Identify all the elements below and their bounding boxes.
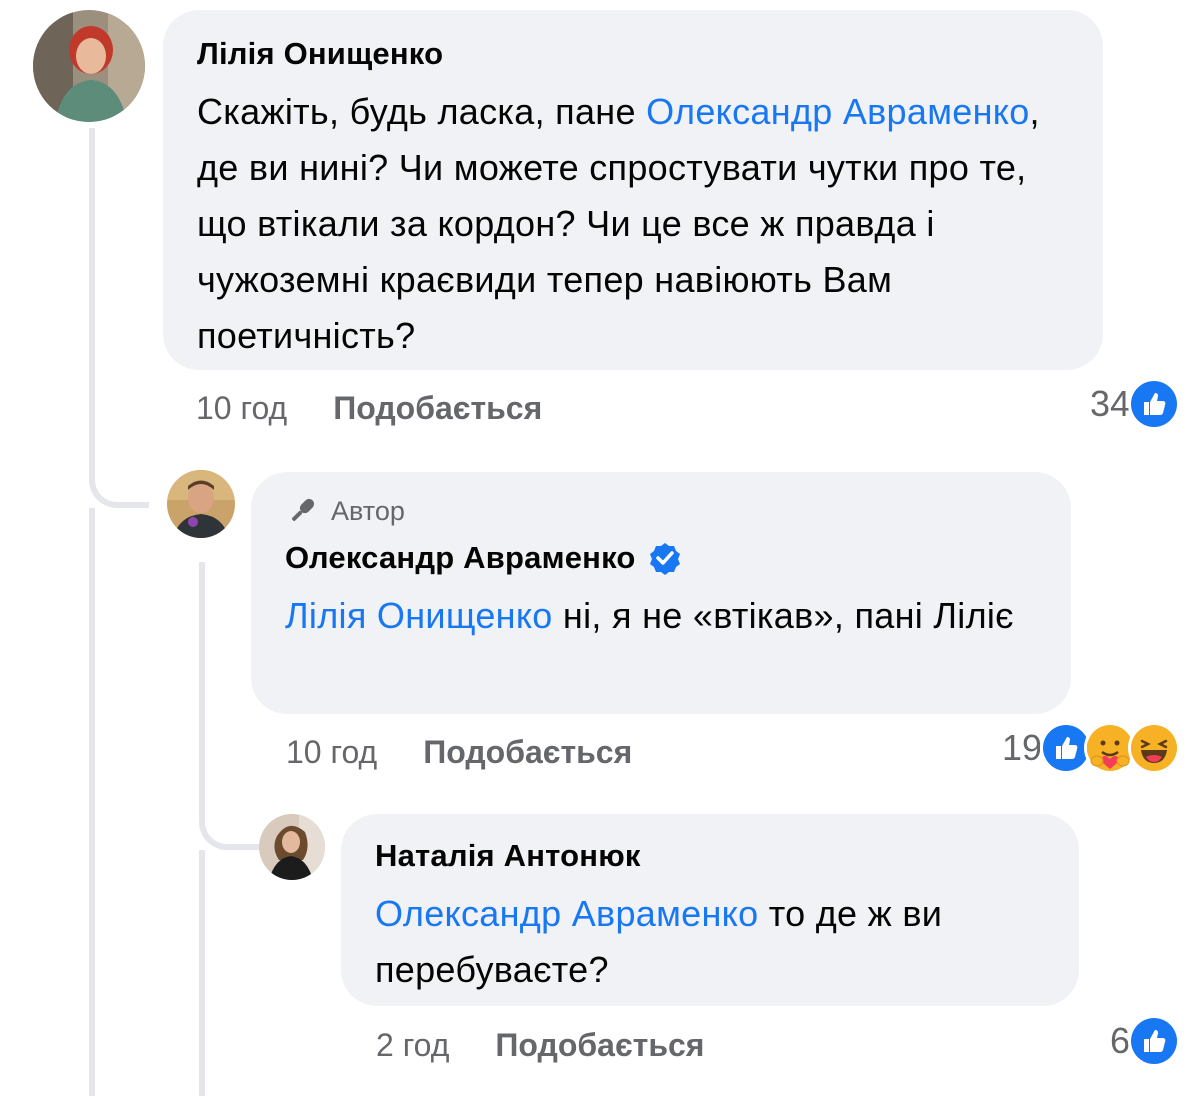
comment-text-segment: Скажіть, будь ласка, пане bbox=[197, 91, 647, 132]
comment-author-name[interactable]: Наталія Антонюк bbox=[375, 836, 1045, 876]
mention-link[interactable]: Олександр Авраменко bbox=[375, 893, 758, 934]
reaction-summary[interactable]: 19 bbox=[1002, 722, 1180, 774]
like-button[interactable]: Подобається bbox=[333, 390, 542, 427]
comment-bubble: Наталія Антонюк Олександр Авраменко то д… bbox=[341, 814, 1079, 1006]
comment-bubble: Лілія Онищенко Скажіть, будь ласка, пане… bbox=[163, 10, 1103, 370]
comment-meta: 10 год Подобається bbox=[286, 730, 632, 774]
author-name-row: Олександр Авраменко bbox=[285, 538, 1037, 578]
comment-author-name[interactable]: Олександр Авраменко bbox=[285, 538, 636, 578]
avatar-lilia-image bbox=[33, 10, 145, 122]
comment-time[interactable]: 10 год bbox=[196, 390, 287, 427]
comment-meta: 10 год Подобається bbox=[196, 386, 542, 430]
avatar-oleksandr-image bbox=[167, 470, 235, 538]
comment-text: Лілія Онищенко ні, я не «втікав», пані Л… bbox=[285, 588, 1037, 644]
like-icon bbox=[1128, 1015, 1180, 1067]
comment-meta: 2 год Подобається bbox=[376, 1023, 704, 1067]
verified-badge-icon bbox=[648, 541, 682, 575]
like-button[interactable]: Подобається bbox=[495, 1027, 704, 1064]
comment-time[interactable]: 10 год bbox=[286, 734, 377, 771]
comment-text: Олександр Авраменко то де ж ви перебуває… bbox=[375, 886, 1045, 998]
thread-line-reply bbox=[199, 562, 205, 782]
mention-link[interactable]: Лілія Онищенко bbox=[285, 595, 553, 636]
thread-line-main bbox=[89, 128, 95, 468]
author-badge: Автор bbox=[285, 494, 1037, 528]
thread-line-reply-lower bbox=[199, 850, 205, 1096]
avatar-natalia-image bbox=[259, 814, 325, 880]
microphone-icon bbox=[292, 498, 315, 521]
reaction-summary[interactable]: 6 bbox=[1110, 1015, 1180, 1067]
haha-icon bbox=[1128, 722, 1180, 774]
thread-curve-reply-1 bbox=[89, 440, 149, 508]
thread-line-main-lower bbox=[89, 508, 95, 1096]
comment-text-segment: ні, я не «втікав», пані Ліліє bbox=[552, 595, 1014, 636]
avatar[interactable] bbox=[259, 814, 325, 880]
comment-time[interactable]: 2 год bbox=[376, 1027, 449, 1064]
reaction-count: 34 bbox=[1089, 383, 1130, 424]
author-badge-label: Автор bbox=[331, 496, 405, 526]
avatar[interactable] bbox=[167, 470, 235, 538]
comment-thread: Лілія Онищенко Скажіть, будь ласка, пане… bbox=[0, 0, 1200, 1096]
reaction-summary[interactable]: 34 bbox=[1090, 378, 1180, 430]
comment-text: Скажіть, будь ласка, пане Олександр Авра… bbox=[197, 84, 1069, 364]
like-button[interactable]: Подобається bbox=[423, 734, 632, 771]
like-icon bbox=[1128, 378, 1180, 430]
mention-link[interactable]: Олександр Авраменко bbox=[646, 91, 1029, 132]
comment-author-name[interactable]: Лілія Онищенко bbox=[197, 34, 1069, 74]
comment-bubble: Автор Олександр Авраменко Лілія Онищенко… bbox=[251, 472, 1071, 714]
reaction-count: 19 bbox=[1001, 727, 1042, 768]
reaction-count: 6 bbox=[1109, 1020, 1130, 1061]
thread-curve-reply-2 bbox=[199, 778, 261, 850]
avatar[interactable] bbox=[33, 10, 145, 122]
